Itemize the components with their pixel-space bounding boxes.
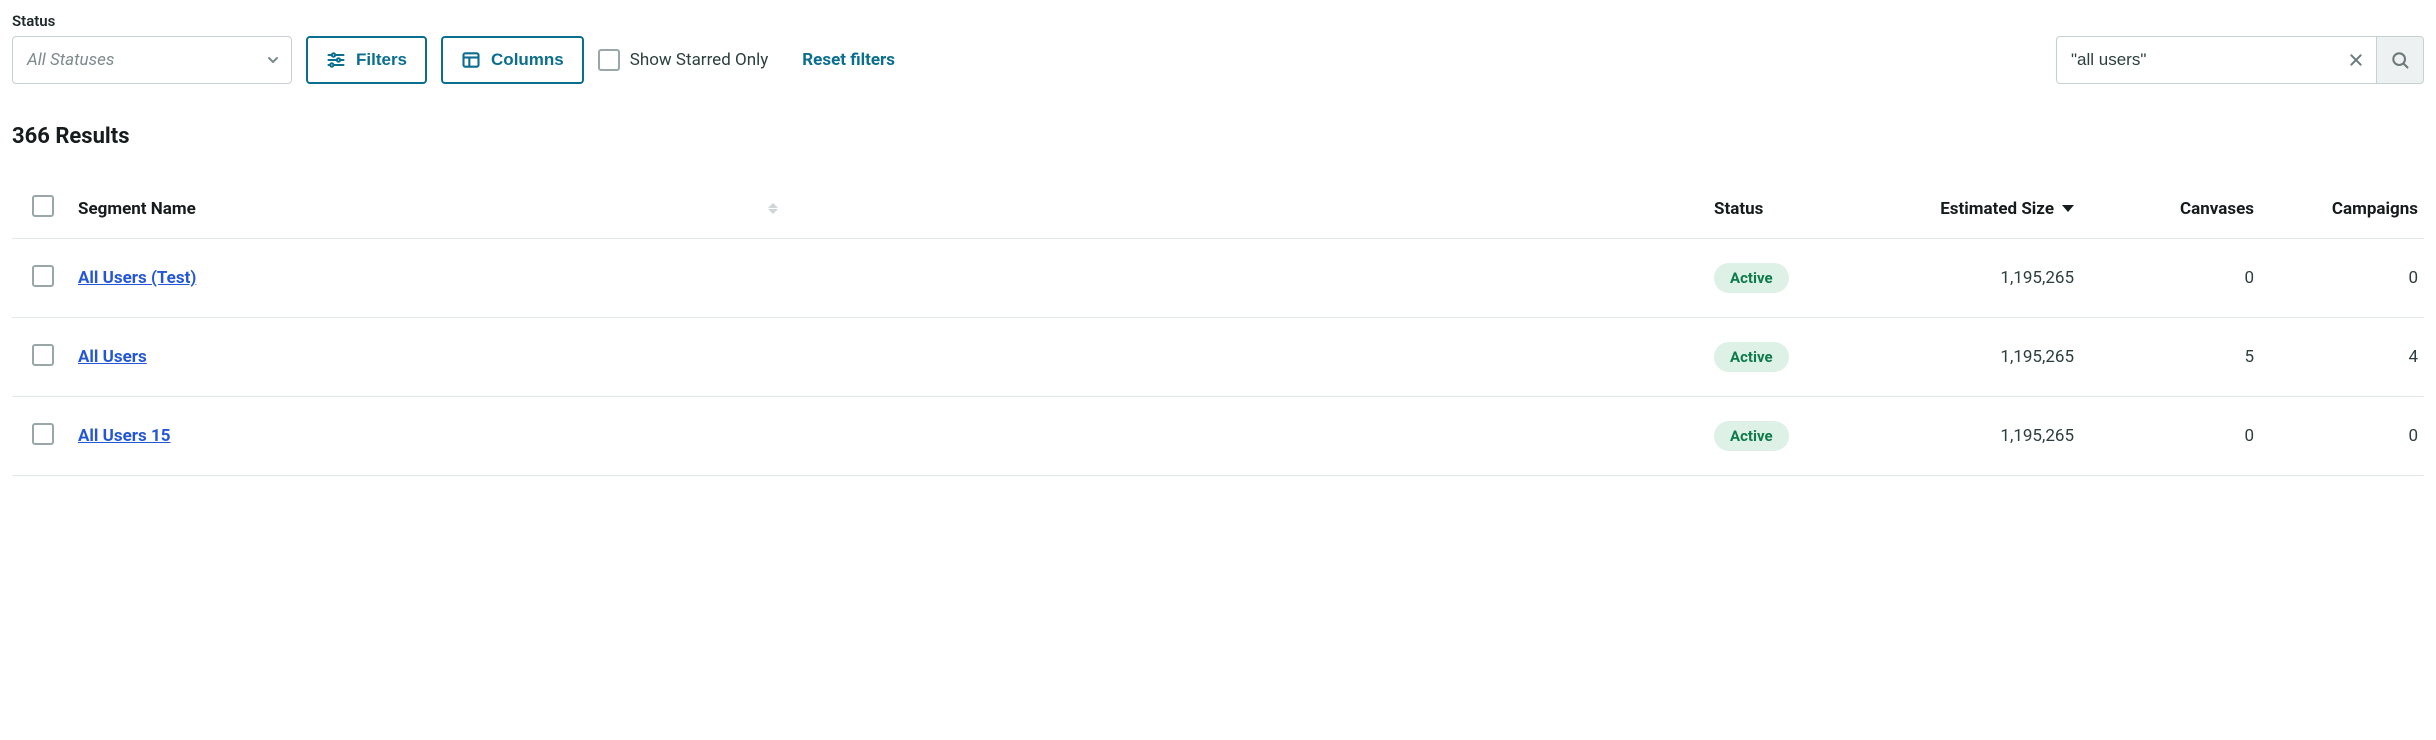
table-row: All Users Active 1,195,26554 bbox=[12, 318, 2424, 397]
canvases-cell: 5 bbox=[2084, 318, 2264, 397]
search-input[interactable] bbox=[2057, 50, 2376, 70]
filters-button-label: Filters bbox=[356, 50, 407, 70]
segment-link[interactable]: All Users bbox=[78, 347, 147, 367]
estimated-size-cell: 1,195,265 bbox=[1864, 318, 2084, 397]
column-header-estimated-size-label: Estimated Size bbox=[1940, 199, 2054, 219]
columns-button[interactable]: Columns bbox=[441, 36, 584, 84]
campaigns-cell: 0 bbox=[2264, 239, 2424, 318]
reset-filters-link[interactable]: Reset filters bbox=[802, 50, 895, 70]
show-starred-only-toggle[interactable]: Show Starred Only bbox=[598, 49, 769, 71]
search-group bbox=[2056, 36, 2424, 84]
search-button[interactable] bbox=[2376, 36, 2424, 84]
search-box bbox=[2056, 36, 2376, 84]
layout-icon bbox=[461, 50, 481, 70]
segments-table: Segment Name Status Estimated Size bbox=[12, 179, 2424, 476]
segment-link[interactable]: All Users (Test) bbox=[78, 268, 196, 288]
sort-icon[interactable] bbox=[768, 203, 778, 214]
column-header-segment-name-label: Segment Name bbox=[78, 199, 196, 219]
status-badge: Active bbox=[1714, 342, 1789, 372]
sort-desc-active-icon bbox=[2062, 205, 2074, 212]
column-header-campaigns[interactable]: Campaigns bbox=[2332, 199, 2418, 219]
row-checkbox[interactable] bbox=[32, 344, 54, 366]
select-all-checkbox[interactable] bbox=[32, 195, 54, 217]
search-icon bbox=[2390, 50, 2410, 70]
column-header-segment-name[interactable]: Segment Name bbox=[78, 199, 196, 219]
filters-button[interactable]: Filters bbox=[306, 36, 427, 84]
column-header-status[interactable]: Status bbox=[1714, 199, 1763, 219]
status-filter-label: Status bbox=[12, 12, 2424, 30]
table-row: All Users 15Active1,195,26500 bbox=[12, 397, 2424, 476]
campaigns-cell: 0 bbox=[2264, 397, 2424, 476]
column-header-estimated-size[interactable]: Estimated Size bbox=[1940, 199, 2074, 219]
results-count: 366 Results bbox=[12, 124, 2424, 149]
row-checkbox[interactable] bbox=[32, 265, 54, 287]
table-row: All Users (Test)Active1,195,26500 bbox=[12, 239, 2424, 318]
sort-desc-icon bbox=[768, 209, 778, 214]
status-select-placeholder: All Statuses bbox=[27, 50, 114, 70]
status-select[interactable]: All Statuses bbox=[12, 36, 292, 84]
column-header-canvases[interactable]: Canvases bbox=[2180, 199, 2254, 219]
campaigns-cell: 4 bbox=[2264, 318, 2424, 397]
canvases-cell: 0 bbox=[2084, 239, 2264, 318]
sort-asc-icon bbox=[768, 203, 778, 208]
estimated-size-cell: 1,195,265 bbox=[1864, 239, 2084, 318]
canvases-cell: 0 bbox=[2084, 397, 2264, 476]
estimated-size-cell: 1,195,265 bbox=[1864, 397, 2084, 476]
column-header-status-label: Status bbox=[1714, 199, 1763, 219]
status-badge: Active bbox=[1714, 263, 1789, 293]
status-badge: Active bbox=[1714, 421, 1789, 451]
chevron-down-icon bbox=[265, 52, 281, 68]
columns-button-label: Columns bbox=[491, 50, 564, 70]
clear-search-button[interactable] bbox=[2342, 46, 2370, 74]
show-starred-label: Show Starred Only bbox=[630, 50, 769, 70]
column-header-canvases-label: Canvases bbox=[2180, 199, 2254, 219]
sliders-icon bbox=[326, 50, 346, 70]
show-starred-checkbox[interactable] bbox=[598, 49, 620, 71]
toolbar: All Statuses Filters Columns Show Starre… bbox=[12, 36, 2424, 84]
segment-link[interactable]: All Users 15 bbox=[78, 426, 170, 446]
row-checkbox[interactable] bbox=[32, 423, 54, 445]
column-header-campaigns-label: Campaigns bbox=[2332, 199, 2418, 219]
